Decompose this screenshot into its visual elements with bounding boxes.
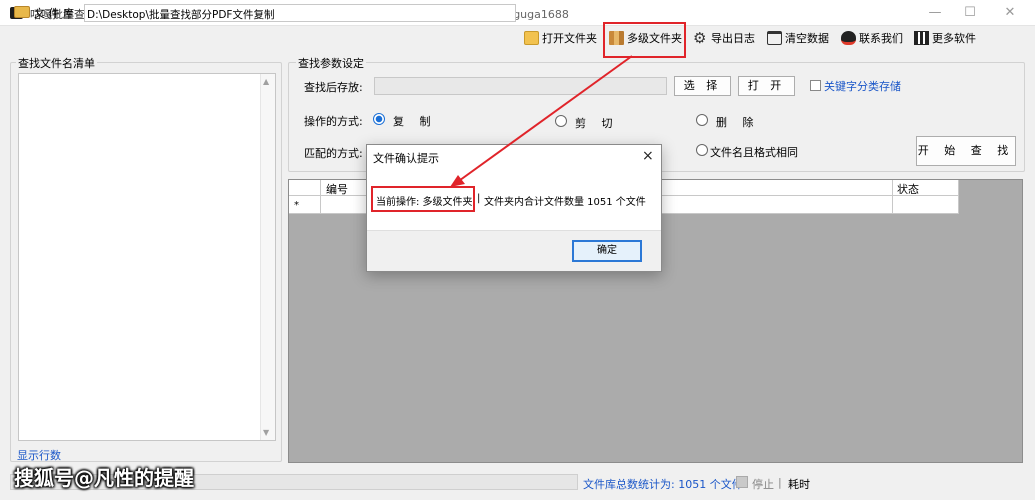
op-cut-label: 剪 切: [575, 117, 619, 130]
status-separator: |: [778, 476, 782, 489]
params-legend: 查找参数设定: [296, 55, 366, 71]
show-rows-link[interactable]: 显示行数: [17, 447, 61, 463]
op-cut-radio[interactable]: [555, 115, 567, 127]
gear-icon: ⚙: [693, 29, 707, 47]
dialog-separator: |: [477, 193, 481, 204]
clear-data-button[interactable]: 清空数据: [765, 28, 831, 48]
library-path-field[interactable]: D:\Desktop\批量查找部分PDF文件复制: [84, 4, 516, 22]
match-label: 匹配的方式:: [304, 147, 363, 160]
penguin-icon: [841, 31, 856, 45]
dialog-message: 文件夹内合计文件数量 1051 个文件: [484, 197, 646, 208]
dialog-ok-button[interactable]: 确定: [572, 240, 642, 262]
start-search-button[interactable]: 开 始 查 找: [916, 136, 1016, 166]
open-button[interactable]: 打 开: [738, 76, 795, 96]
folder-icon: [524, 31, 539, 45]
match-same-label: 文件名且格式相同: [710, 146, 798, 159]
highlight-box-toolbar: [603, 22, 686, 58]
export-log-button[interactable]: ⚙ 导出日志: [691, 28, 757, 48]
scroll-down-icon[interactable]: ▼: [263, 428, 269, 437]
maximize-icon[interactable]: ☐: [955, 3, 985, 23]
grid-divider: [320, 180, 321, 214]
save-location-field[interactable]: [374, 77, 667, 95]
operation-label: 操作的方式:: [304, 115, 363, 128]
list-scrollbar[interactable]: [260, 74, 275, 440]
calendar-icon: [767, 31, 782, 45]
qr-code-icon: [914, 31, 929, 45]
folder-icon: [14, 6, 30, 18]
op-delete-radio[interactable]: [696, 114, 708, 126]
op-copy-label: 复 制: [393, 115, 437, 128]
file-list-legend: 查找文件名清单: [16, 55, 97, 71]
file-name-list[interactable]: [18, 73, 276, 441]
grid-divider: [892, 180, 893, 214]
more-software-label: 更多软件: [932, 32, 976, 45]
grid-divider: [958, 180, 959, 214]
select-button[interactable]: 选 择: [674, 76, 731, 96]
export-log-label: 导出日志: [711, 32, 755, 45]
dialog-title: 文件确认提示: [373, 152, 439, 165]
library-count: 文件库总数统计为: 1051 个文件: [583, 478, 743, 491]
save-location-label: 查找后存放:: [304, 81, 363, 94]
library-label: 文 件 库: [34, 7, 74, 20]
op-delete-label: 删 除: [716, 116, 760, 129]
new-row-marker: *: [294, 200, 299, 211]
contact-label: 联系我们: [859, 32, 903, 45]
close-icon[interactable]: ✕: [995, 3, 1025, 23]
scroll-up-icon[interactable]: ▲: [263, 77, 269, 86]
watermark: 搜狐号@凡性的提醒: [14, 466, 194, 490]
column-header-number[interactable]: 编号: [326, 181, 348, 197]
stop-label[interactable]: 停止: [752, 476, 774, 492]
keyword-category-label: 关键字分类存储: [824, 80, 901, 93]
op-copy-radio[interactable]: [373, 113, 385, 125]
column-header-status[interactable]: 状态: [897, 181, 919, 197]
more-software-button[interactable]: 更多软件: [912, 28, 978, 48]
clear-data-label: 清空数据: [785, 32, 829, 45]
open-folder-button[interactable]: 打开文件夹: [522, 28, 599, 48]
contact-button[interactable]: 联系我们: [839, 28, 905, 48]
dialog-close-icon[interactable]: ×: [642, 148, 654, 164]
open-folder-label: 打开文件夹: [542, 32, 597, 45]
minimize-icon[interactable]: —: [920, 3, 950, 23]
match-same-radio[interactable]: [696, 144, 708, 156]
highlight-box-dialog: [371, 186, 475, 212]
elapsed-label: 耗时: [788, 478, 810, 491]
stop-icon[interactable]: [736, 476, 748, 488]
keyword-category-checkbox[interactable]: [810, 80, 821, 91]
